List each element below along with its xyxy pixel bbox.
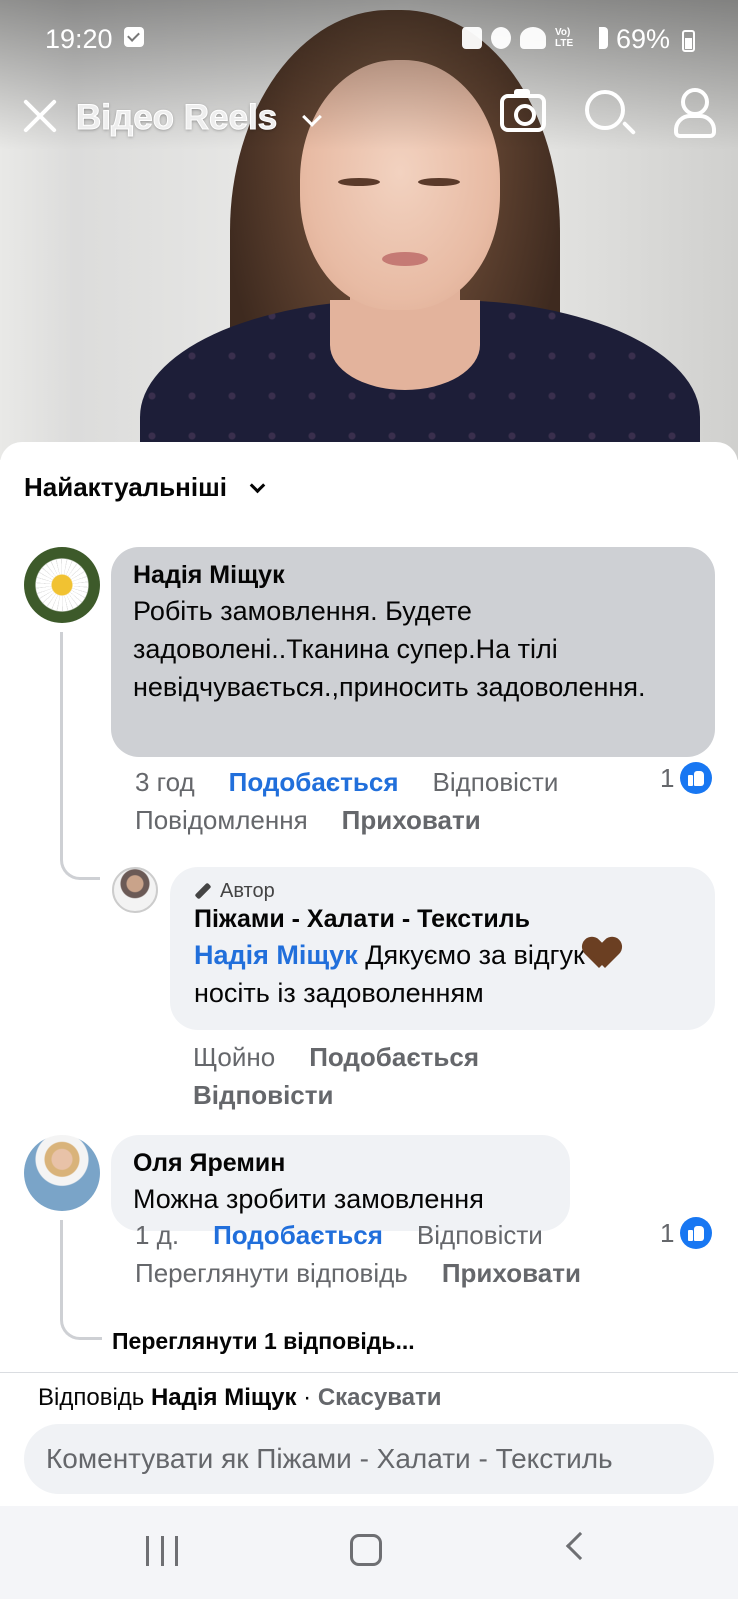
search-icon[interactable] [585, 90, 625, 130]
comment-bubble[interactable]: Надія Міщук Робіть замовлення. Будете за… [111, 547, 715, 757]
separator: · [296, 1384, 318, 1411]
view-replies-link[interactable]: Переглянути 1 відповідь... [112, 1328, 415, 1355]
comment-text-part: Дякуємо за відгук [357, 940, 585, 970]
chevron-down-icon[interactable] [249, 477, 266, 494]
like-button[interactable]: Подобається [309, 1042, 479, 1072]
battery-level: 69% [616, 24, 671, 54]
comment-time: 1 д. [135, 1220, 180, 1250]
comments-sheet: Найактуальніші Надія Міщук Робіть замовл… [0, 442, 738, 1506]
check-notification-icon [124, 27, 144, 47]
thread-elbow [60, 1312, 102, 1340]
like-count[interactable]: 1 [660, 762, 713, 794]
video-eye [338, 178, 380, 186]
close-icon[interactable] [20, 96, 60, 136]
reply-bubble[interactable]: Автор Піжами - Халати - Текстиль Надія М… [170, 867, 715, 1030]
reply-button[interactable]: Відповісти [193, 1080, 333, 1110]
author-badge-label: Автор [220, 880, 275, 902]
message-button[interactable]: Повідомлення [135, 805, 308, 835]
reply-button[interactable]: Відповісти [417, 1220, 543, 1250]
brown-heart-icon [585, 936, 619, 970]
video-neckline [330, 300, 480, 390]
battery-icon [682, 30, 695, 52]
sort-selector[interactable]: Найактуальніші [24, 472, 227, 503]
signal-icon [586, 27, 608, 49]
nfc-icon [462, 27, 482, 49]
view-reply-button[interactable]: Переглянути відповідь [135, 1258, 408, 1288]
like-count-value: 1 [660, 1217, 675, 1248]
comment-author[interactable]: Оля Яремин [133, 1147, 548, 1180]
pencil-icon [194, 882, 212, 900]
wifi-icon [520, 27, 546, 49]
profile-icon[interactable] [672, 88, 716, 138]
like-count-value: 1 [660, 762, 675, 793]
like-icon [680, 762, 713, 794]
avatar[interactable] [112, 867, 158, 913]
reel-video[interactable] [0, 0, 738, 460]
chevron-down-icon[interactable] [302, 107, 322, 127]
thread-line [60, 632, 63, 860]
avatar[interactable] [24, 1135, 100, 1211]
app-bar: Відео Reels [0, 88, 738, 148]
divider [0, 1372, 738, 1373]
home-icon[interactable] [350, 1534, 382, 1566]
comment-actions: 3 год Подобається Відповісти Повідомлення П… [135, 763, 655, 839]
thread-elbow [60, 852, 100, 880]
replying-to-bar: Відповідь Надія Міщук · Скасувати [38, 1384, 442, 1412]
mention-link[interactable]: Надія Міщук [194, 940, 358, 970]
comment-text: Робіть замовлення. Будете задоволені..Тк… [133, 596, 646, 702]
comment-actions: 1 д. Подобається Відповісти Переглянути ві… [135, 1216, 695, 1292]
status-icons: Vo) LTE [462, 27, 608, 49]
reply-button[interactable]: Відповісти [433, 767, 559, 797]
comment-actions: Щойно Подобається Відповісти [193, 1038, 593, 1114]
author-badge: Автор [194, 879, 691, 903]
comment-text: Можна зробити замовлення [133, 1184, 484, 1214]
comment-time: 3 год [135, 767, 195, 797]
recent-apps-icon[interactable] [146, 1536, 178, 1566]
system-nav-bar [0, 1506, 738, 1599]
replying-prefix: Відповідь [38, 1384, 151, 1411]
comment-author[interactable]: Піжами - Халати - Текстиль [194, 903, 691, 936]
like-button[interactable]: Подобається [213, 1220, 383, 1250]
back-icon[interactable] [565, 1531, 595, 1561]
comment-input[interactable]: Коментувати як Піжами - Халати - Текстил… [24, 1424, 714, 1494]
avatar[interactable] [24, 547, 100, 623]
alarm-icon [491, 27, 511, 49]
comment-time: Щойно [193, 1042, 276, 1072]
status-time: 19:20 [45, 24, 113, 54]
lte-icon: Vo) LTE [555, 27, 574, 49]
hide-button[interactable]: Приховати [442, 1258, 581, 1288]
thread-line [60, 1220, 63, 1320]
like-count[interactable]: 1 [660, 1217, 713, 1249]
like-button[interactable]: Подобається [229, 767, 399, 797]
video-lips [382, 252, 428, 266]
like-icon [680, 1217, 713, 1249]
comment-author[interactable]: Надія Міщук [133, 559, 693, 592]
page-title[interactable]: Відео Reels [75, 98, 277, 138]
replying-to-name: Надія Міщук [150, 1384, 297, 1411]
hide-button[interactable]: Приховати [342, 805, 481, 835]
cancel-reply-button[interactable]: Скасувати [318, 1384, 442, 1411]
video-eye [418, 178, 460, 186]
camera-icon[interactable] [500, 89, 546, 132]
status-bar: 19:20 Vo) LTE 69% [0, 18, 738, 62]
comment-text-line: носіть із задоволенням [194, 978, 484, 1008]
comment-text: Надія Міщук Дякуємо за відгук [194, 936, 691, 974]
